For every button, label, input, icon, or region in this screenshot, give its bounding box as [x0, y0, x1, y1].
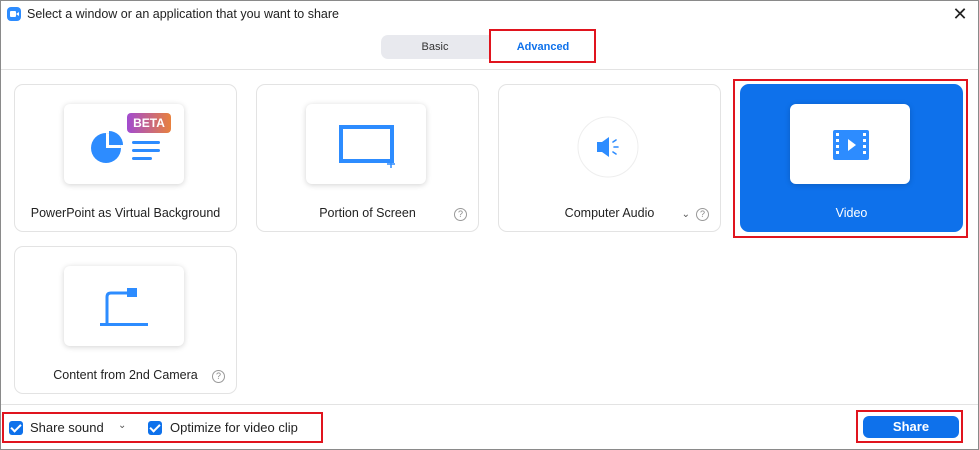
option-portion-of-screen[interactable]: Portion of Screen ?	[256, 84, 479, 232]
help-icon[interactable]: ?	[212, 370, 225, 383]
help-icon[interactable]: ?	[696, 208, 709, 221]
share-sound-checkbox[interactable]	[9, 421, 23, 435]
beta-badge: BETA	[127, 113, 171, 133]
option-second-camera[interactable]: Content from 2nd Camera ?	[14, 246, 237, 394]
title-bar: Select a window or an application that y…	[1, 1, 978, 27]
speaker-icon	[577, 116, 639, 178]
option-thumbnail	[790, 104, 910, 184]
option-label: Portion of Screen	[319, 206, 416, 220]
option-label: Content from 2nd Camera	[53, 368, 198, 382]
zoom-app-icon	[7, 7, 21, 21]
option-thumbnail	[64, 266, 184, 346]
chevron-down-icon[interactable]: ⌄	[682, 209, 690, 220]
option-thumbnail	[306, 104, 426, 184]
chevron-down-icon[interactable]: ⌄	[118, 420, 126, 431]
share-sound-label: Share sound	[30, 420, 104, 435]
optimize-video-label: Optimize for video clip	[170, 420, 298, 435]
tab-basic[interactable]: Basic	[381, 35, 489, 59]
share-button[interactable]: Share	[863, 416, 959, 438]
share-screen-dialog: Select a window or an application that y…	[0, 0, 979, 450]
top-divider	[1, 69, 978, 70]
option-video[interactable]: Video	[740, 84, 963, 232]
window-title: Select a window or an application that y…	[27, 7, 339, 21]
option-label: Video	[835, 206, 868, 220]
help-icon[interactable]: ?	[454, 208, 467, 221]
document-camera-icon	[100, 288, 148, 326]
option-thumbnail: BETA	[64, 104, 184, 184]
mode-tabs: Basic Advanced	[381, 35, 597, 59]
option-label: PowerPoint as Virtual Background	[30, 206, 221, 220]
option-powerpoint-background[interactable]: BETA PowerPoint as Virtual Background	[14, 84, 237, 232]
option-computer-audio[interactable]: Computer Audio ⌄ ?	[498, 84, 721, 232]
tab-advanced[interactable]: Advanced	[489, 35, 597, 59]
bottom-divider	[1, 404, 978, 405]
screen-portion-icon	[339, 125, 395, 168]
optimize-video-checkbox[interactable]	[148, 421, 162, 435]
video-film-icon	[833, 130, 869, 160]
close-button[interactable]: ✕	[950, 4, 970, 24]
